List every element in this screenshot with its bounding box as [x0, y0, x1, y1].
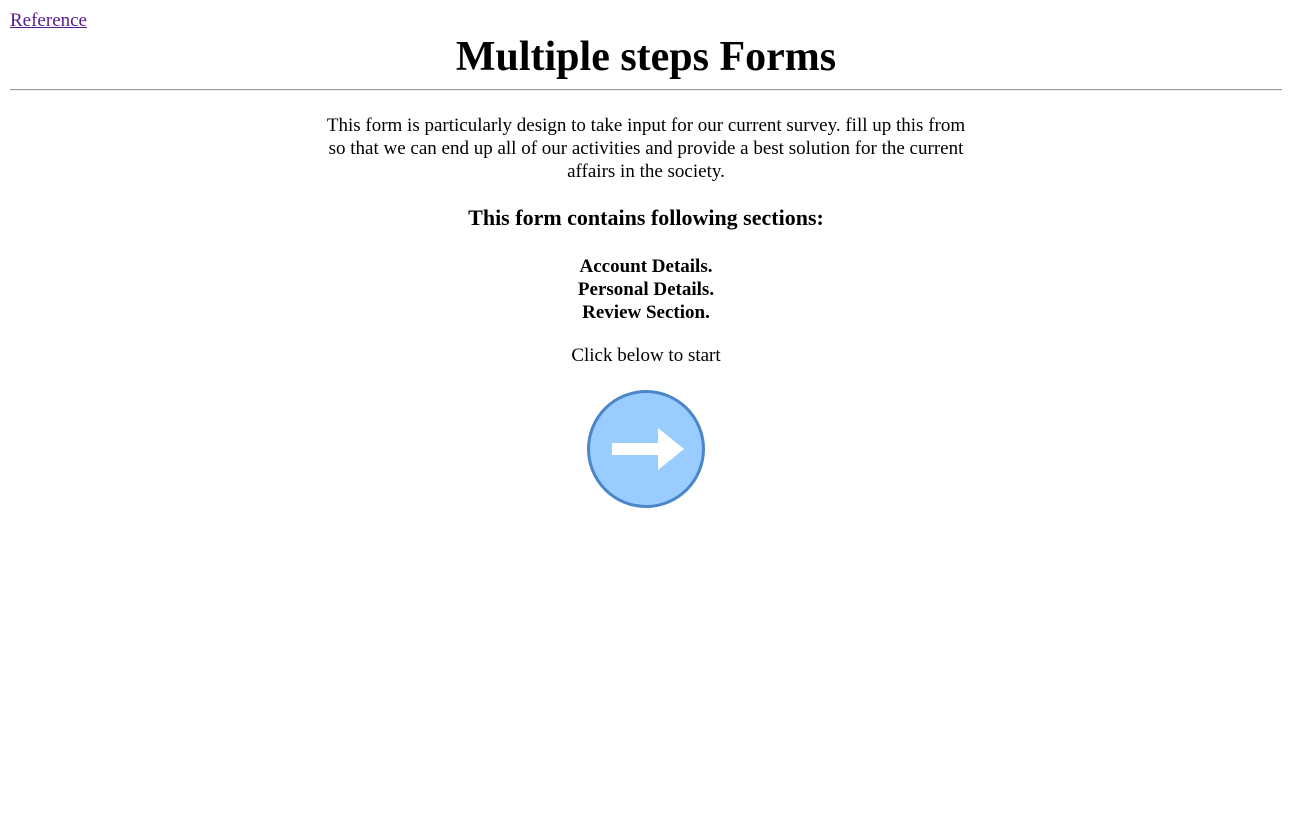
arrow-right-icon — [587, 390, 705, 508]
section-item-account: Account Details. — [579, 256, 713, 277]
reference-link[interactable]: Reference — [10, 10, 87, 32]
divider — [10, 89, 1282, 91]
sections-heading: This form contains following sections: — [468, 205, 824, 230]
page-title: Multiple steps Forms — [455, 34, 837, 80]
sections-list: Account Details. Personal Details. Revie… — [0, 255, 1292, 324]
section-item-personal: Personal Details. — [577, 279, 715, 300]
section-item-review: Review Section. — [582, 302, 710, 323]
start-button[interactable] — [586, 389, 706, 509]
page: Reference Multiple steps Forms This form… — [0, 0, 1292, 813]
intro-text: This form is particularly design to take… — [326, 115, 966, 182]
start-prompt: Click below to start — [571, 345, 721, 366]
